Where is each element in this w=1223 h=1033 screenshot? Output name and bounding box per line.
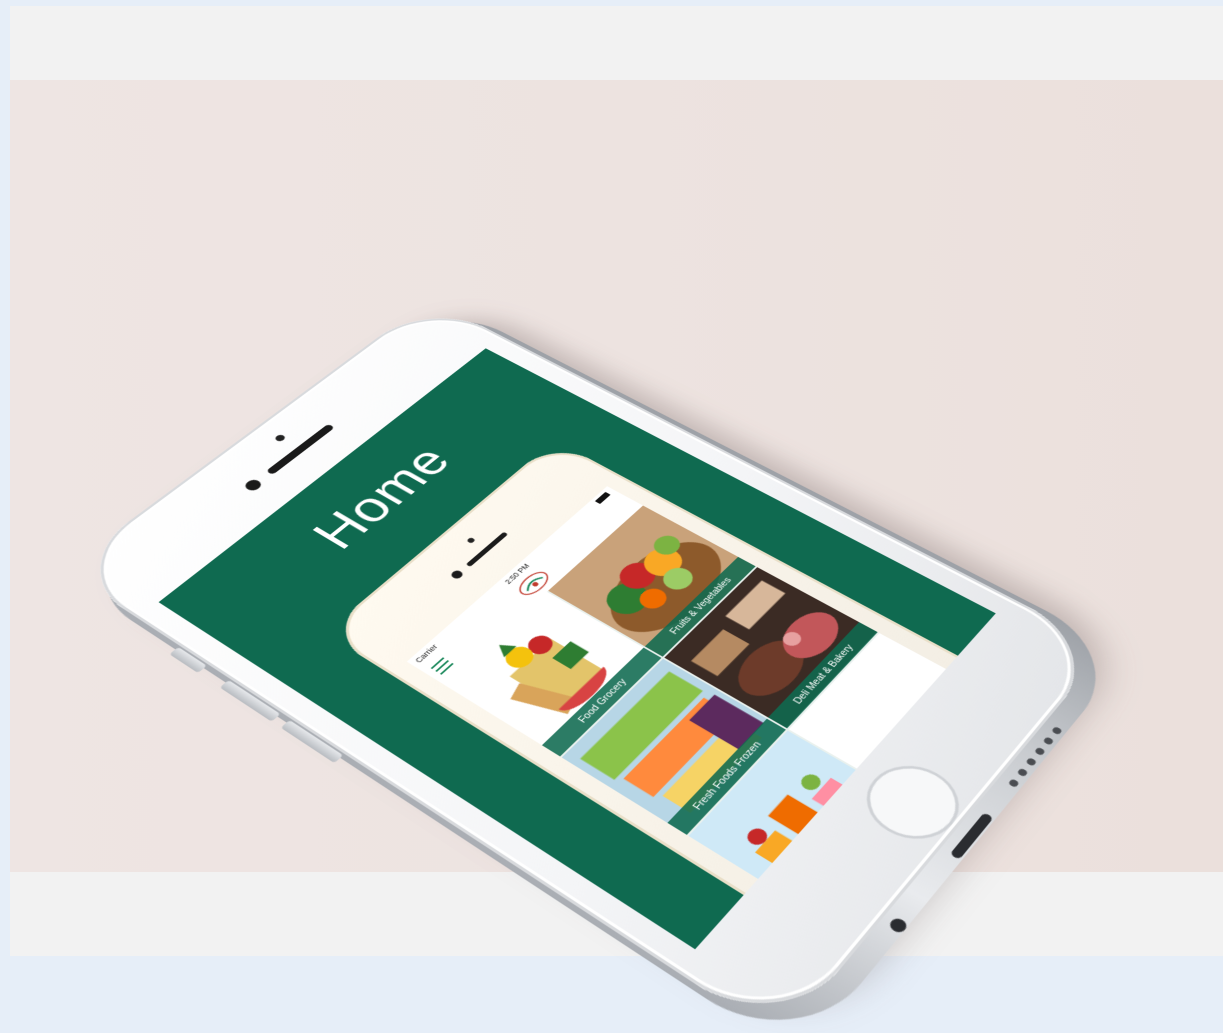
phone-mockup-stage: Home Carrier 2:50 PM Food Grocery Fruits…	[0, 0, 1223, 1033]
inner-front-camera	[449, 569, 465, 581]
menu-icon[interactable]	[430, 657, 454, 675]
inner-proximity-sensor	[466, 537, 476, 544]
inner-phone: Carrier 2:50 PM Food Grocery Fruits & Ve…	[324, 440, 996, 950]
more-icon[interactable]: •••	[980, 710, 995, 756]
phone-mockup: Home Carrier 2:50 PM Food Grocery Fruits…	[63, 299, 1136, 1033]
proximity-sensor	[273, 433, 287, 443]
earpiece	[265, 423, 335, 475]
front-camera	[242, 477, 264, 493]
app-screen: Carrier 2:50 PM Food Grocery Fruits & Ve…	[406, 486, 996, 944]
phone-body: Home Carrier 2:50 PM Food Grocery Fruits…	[63, 299, 1108, 1033]
